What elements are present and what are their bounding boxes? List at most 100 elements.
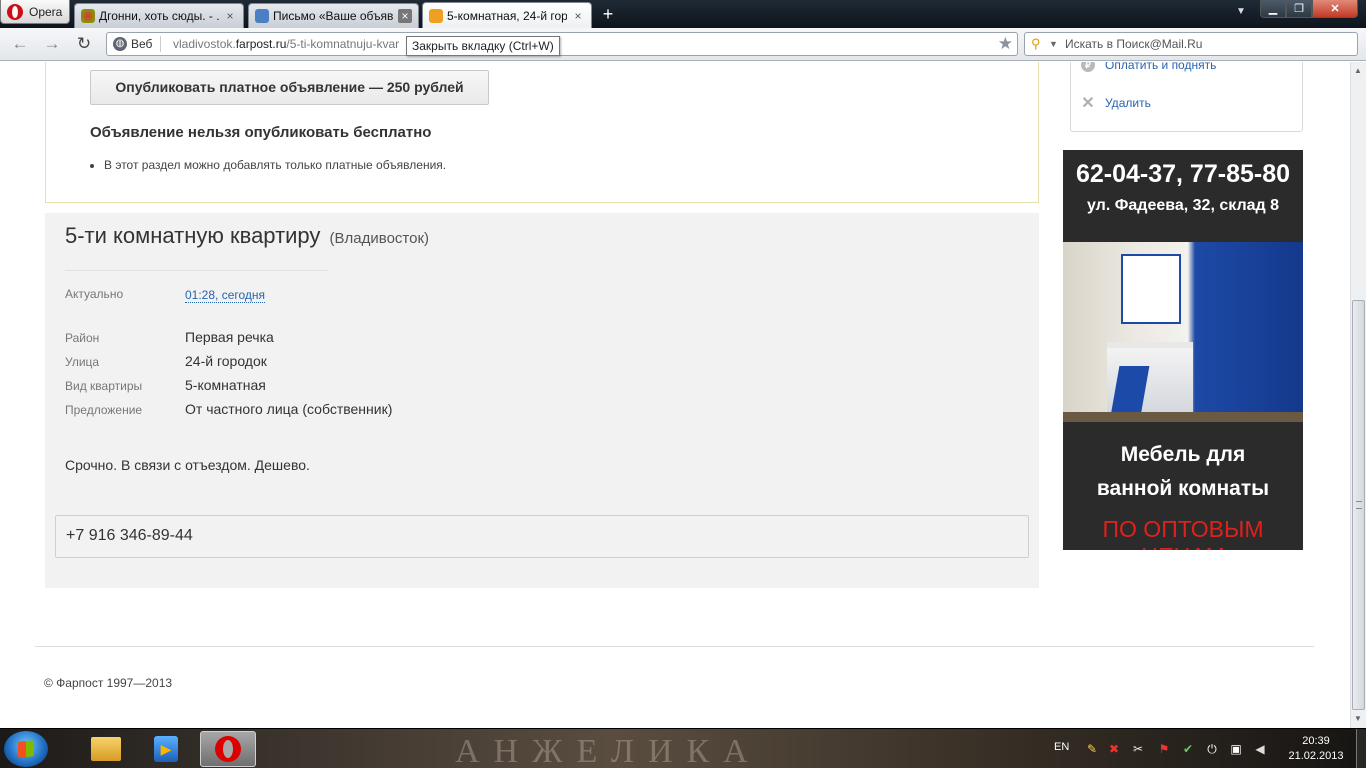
tray-flag-icon[interactable]: ⚑ <box>1156 741 1172 757</box>
banner-address: ул. Фадеева, 32, склад 8 <box>1086 197 1279 214</box>
updated-time-link[interactable]: 01:28, сегодня <box>185 288 266 303</box>
page-scrollbar[interactable]: ▲ ▼ <box>1350 62 1366 728</box>
publish-notice: Опубликовать платное объявление — 250 ру… <box>45 62 1039 203</box>
folder-icon <box>91 737 121 761</box>
close-tab-icon[interactable]: × <box>571 9 585 23</box>
copyright: © Фарпост 1997—2013 <box>44 676 173 690</box>
ruble-icon: ₽ <box>1081 62 1095 72</box>
tray-power-icon[interactable]: ⏻ <box>1204 741 1220 757</box>
field-label: Вид квартиры <box>65 379 143 393</box>
floor-shape <box>1063 412 1303 422</box>
scroll-down-icon[interactable]: ▼ <box>1354 714 1362 723</box>
pay-and-raise-link[interactable]: ₽ Оплатить и поднять <box>1081 62 1216 72</box>
tray-volume-icon[interactable]: ◀ <box>1252 741 1268 757</box>
ad-card: 5-ти комнатную квартиру (Владивосток) Ак… <box>45 213 1039 588</box>
notice-item: В этот раздел можно добавлять только пла… <box>104 158 446 172</box>
opera-logo-icon <box>7 3 23 20</box>
url-domain: farpost.ru <box>235 37 287 51</box>
close-tab-icon[interactable]: × <box>398 9 412 23</box>
publish-paid-button[interactable]: Опубликовать платное объявление — 250 ру… <box>90 70 489 105</box>
tray-pdf-icon[interactable]: ✖ <box>1106 741 1122 757</box>
field-value: От частного лица (собственник) <box>185 401 393 417</box>
ad-actions-panel: ₽ Оплатить и поднять ✕ Удалить <box>1070 62 1303 132</box>
clock-date: 21.02.2013 <box>1288 750 1344 762</box>
close-window-button[interactable]: ✕ <box>1312 0 1358 18</box>
windows-taskbar: ▶ АНЖЕЛИКА EN ✎ ✖ ✂ ⚑ ✔ ⏻ ▣ ◀ 20:39 21.0… <box>0 728 1366 768</box>
ad-title-text: 5-ти комнатную квартиру <box>65 223 321 248</box>
taskbar-media-player[interactable]: ▶ <box>138 731 194 767</box>
forward-button[interactable]: → <box>42 34 62 54</box>
close-tab-icon[interactable]: × <box>223 9 237 23</box>
banner-line-1: Мебель для <box>1120 443 1246 466</box>
search-placeholder: Искать в Поиск@Mail.Ru <box>1065 37 1203 51</box>
tab-title: Письмо «Ваше объяв... <box>273 9 394 23</box>
reload-button[interactable]: ↻ <box>74 34 94 54</box>
maximize-button[interactable]: ❐ <box>1286 0 1312 18</box>
opera-menu-button[interactable]: Opera <box>0 0 70 24</box>
field-value: 5-комнатная <box>185 377 266 393</box>
field-value: Первая речка <box>185 329 274 345</box>
new-tab-button[interactable]: + <box>598 4 618 24</box>
field-label: Улица <box>65 355 100 369</box>
pay-and-raise-label: Оплатить и поднять <box>1105 62 1217 72</box>
ad-banner[interactable]: 62-04-37, 77-85-80 ул. Фадеева, 32, скла… <box>1063 150 1303 550</box>
bookmark-star-icon[interactable]: ★ <box>998 34 1013 54</box>
footer-divider <box>35 646 1314 647</box>
clock-time: 20:39 <box>1302 735 1330 747</box>
tray-shield-icon[interactable]: ✔ <box>1180 741 1196 757</box>
tray-tool-icon[interactable]: ✂ <box>1130 741 1146 757</box>
media-player-icon: ▶ <box>154 736 178 762</box>
delete-link[interactable]: ✕ Удалить <box>1081 93 1151 113</box>
start-button[interactable] <box>4 731 48 767</box>
tray-network-icon[interactable]: ▣ <box>1228 741 1244 757</box>
opera-menu-label: Opera <box>29 4 63 19</box>
address-url[interactable]: vladivostok.farpost.ru/5-ti-komnatnuju-k… <box>173 37 399 51</box>
ad-title: 5-ти комнатную квартиру (Владивосток) <box>65 223 429 249</box>
notice-list: В этот раздел можно добавлять только пла… <box>104 158 446 172</box>
scroll-up-icon[interactable]: ▲ <box>1354 66 1362 75</box>
search-engine-icon[interactable]: ⚲ <box>1031 36 1041 52</box>
tab-dgonni[interactable]: Дгонни, хоть сюды. - ... × <box>74 3 244 28</box>
search-field[interactable]: ⚲ ▼ Искать в Поиск@Mail.Ru <box>1024 32 1358 56</box>
chevron-down-icon[interactable]: ▼ <box>1049 39 1058 49</box>
contact-phone[interactable]: +7 916 346-89-44 <box>66 527 193 545</box>
banner-bathroom-image <box>1063 242 1303 422</box>
tab-mail-letter[interactable]: Письмо «Ваше объяв... × <box>248 3 419 28</box>
url-prefix: vladivostok. <box>173 37 236 51</box>
browser-tab-bar: Opera Дгонни, хоть сюды. - ... × Письмо … <box>0 0 1366 28</box>
field-label: Актуально <box>65 287 124 301</box>
globe-icon: ◍ <box>113 37 127 51</box>
system-clock[interactable]: 20:39 21.02.2013 <box>1286 734 1346 764</box>
banner-phones: 62-04-37, 77-85-80 <box>1075 160 1291 188</box>
tray-pen-icon[interactable]: ✎ <box>1084 741 1100 757</box>
back-button[interactable]: ← <box>10 34 30 54</box>
taskbar-opera[interactable] <box>200 731 256 767</box>
web-badge-label: Веб <box>131 37 153 51</box>
minimize-button[interactable]: ▁ <box>1260 0 1286 18</box>
banner-price-note: ПО ОПТОВЫМ ЦЕНАМ <box>1102 516 1264 550</box>
address-bar[interactable]: ◍ Веб vladivostok.farpost.ru/5-ti-komnat… <box>106 32 1018 56</box>
banner-headline: Мебель для ванной комнаты <box>1063 438 1303 506</box>
opera-icon <box>215 736 241 762</box>
wallpaper-text: АНЖЕЛИКА <box>455 733 762 768</box>
tab-list-menu-icon[interactable]: ▼ <box>1236 6 1246 17</box>
delete-icon: ✕ <box>1081 95 1095 112</box>
notice-title: Объявление нельзя опубликовать бесплатно <box>90 124 432 141</box>
banner-line-2: ванной комнаты <box>1096 477 1270 500</box>
field-label: Район <box>65 331 100 345</box>
show-desktop-button[interactable] <box>1356 729 1366 768</box>
web-badge[interactable]: ◍ Веб <box>113 36 162 52</box>
browser-nav-bar: ← → ↻ ◍ Веб vladivostok.farpost.ru/5-ti-… <box>0 28 1366 61</box>
scrollbar-thumb[interactable] <box>1352 300 1365 710</box>
tab-title: Дгонни, хоть сюды. - ... <box>99 9 219 23</box>
taskbar-explorer[interactable] <box>78 731 134 767</box>
mail-favicon-icon <box>255 9 269 23</box>
ad-description: Срочно. В связи с отъездом. Дешево. <box>65 457 310 473</box>
ad-city: (Владивосток) <box>329 230 430 247</box>
delete-label: Удалить <box>1105 96 1151 110</box>
close-tab-tooltip: Закрыть вкладку (Ctrl+W) <box>406 36 560 56</box>
field-value: 24-й городок <box>185 353 267 369</box>
tab-farpost-active[interactable]: 5-комнатная, 24-й гор... × <box>422 2 592 28</box>
divider <box>65 270 328 271</box>
language-indicator[interactable]: EN <box>1054 741 1069 753</box>
